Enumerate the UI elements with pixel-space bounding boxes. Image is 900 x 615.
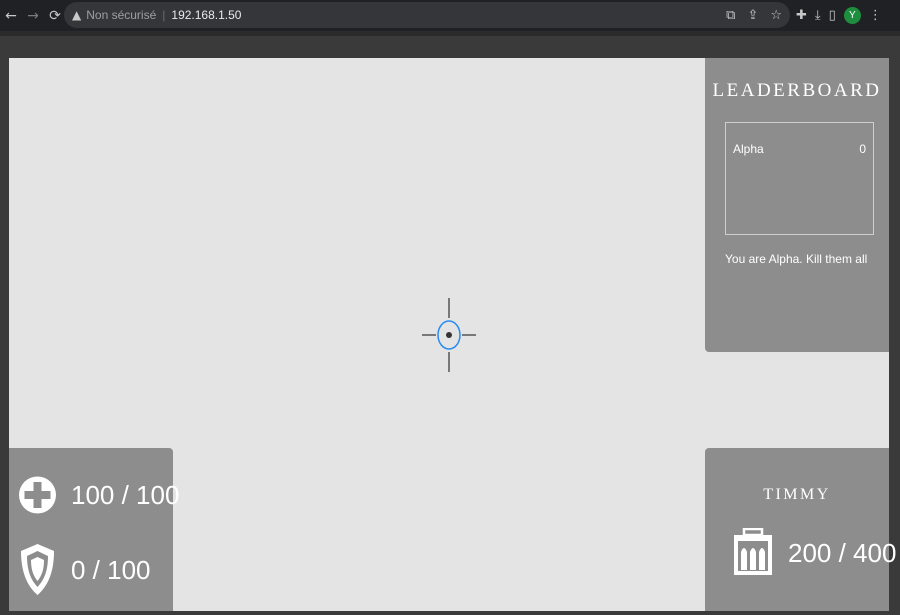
address-separator: | [162, 8, 166, 22]
shield-row: 0 / 100 [19, 542, 151, 598]
ammo-box-icon [734, 528, 772, 575]
extension-toolbar: ✚ ⤓ ▯ Y ⋮ [796, 0, 882, 31]
shield-icon [21, 544, 54, 595]
menu-kebab-icon[interactable]: ⋮ [869, 8, 882, 23]
browser-nav: ← → ⟳ [0, 0, 66, 31]
reload-icon[interactable]: ⟳ [44, 5, 66, 27]
toolbar-divider [0, 31, 900, 36]
weapon-panel: TIMMY 200 / 400 [705, 448, 896, 611]
warning-icon: ▲ [72, 8, 82, 22]
shield-value: 0 / 100 [71, 554, 151, 585]
url-text[interactable]: 192.168.1.50 [171, 8, 241, 22]
back-arrow-icon[interactable]: ← [0, 5, 22, 27]
ammo-value: 200 / 400 [788, 537, 897, 568]
leaderboard-entry: Alpha 0 [733, 142, 866, 156]
browser-toolbar: ← → ⟳ ▲ Non sécurisé | 192.168.1.50 ⧉ ⇪ … [0, 0, 900, 31]
crosshair-icon [422, 298, 476, 372]
weapon-name: TIMMY [763, 486, 831, 503]
bookmark-star-icon[interactable]: ☆ [770, 8, 782, 23]
security-label: Non sécurisé [86, 8, 157, 22]
health-row: 100 / 100 [19, 470, 179, 520]
ammo-row: 200 / 400 [732, 528, 896, 578]
objective-message: You are Alpha. Kill them all [725, 252, 868, 266]
side-panel-icon[interactable]: ▯ [829, 8, 836, 23]
translate-icon[interactable]: ⧉ [726, 8, 735, 23]
address-bar[interactable]: ▲ Non sécurisé | 192.168.1.50 ⧉ ⇪ ☆ [64, 2, 790, 28]
player-stats-panel: 100 / 100 0 / 100 [9, 448, 179, 611]
health-cross-icon [19, 476, 56, 514]
health-value: 100 / 100 [71, 479, 180, 510]
player-name: Alpha [733, 142, 764, 156]
share-icon[interactable]: ⇪ [747, 8, 758, 23]
address-actions: ⧉ ⇪ ☆ [726, 2, 782, 28]
leaderboard-title: LEADERBOARD [712, 80, 882, 101]
player-score: 0 [859, 142, 866, 156]
extensions-puzzle-icon[interactable]: ✚ [796, 8, 807, 23]
profile-avatar[interactable]: Y [843, 7, 861, 24]
forward-arrow-icon[interactable]: → [22, 5, 44, 27]
window-bottom-border [0, 611, 900, 615]
download-icon[interactable]: ⤓ [815, 8, 821, 23]
game-viewport[interactable]: LEADERBOARD Alpha 0 You are Alpha. Kill … [9, 58, 896, 611]
leaderboard-list: Alpha 0 [725, 122, 874, 235]
leaderboard-panel: LEADERBOARD Alpha 0 You are Alpha. Kill … [705, 58, 889, 352]
